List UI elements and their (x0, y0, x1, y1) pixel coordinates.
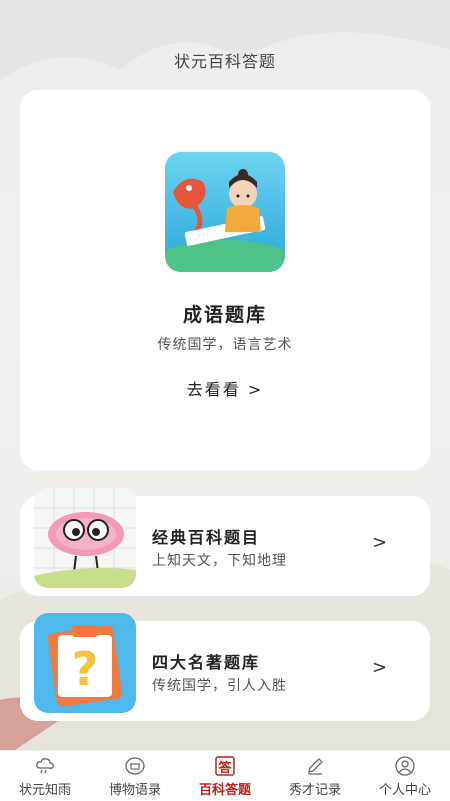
tab-label: 博物语录 (108, 783, 161, 798)
answer-stamp-char: 答 (218, 761, 232, 776)
tab-label: 个人中心 (378, 783, 431, 798)
view-more-label: 去看看 (186, 380, 241, 399)
idiom-bank-card[interactable]: 成语题库 传统国学，语言艺术 去看看 > (20, 90, 430, 470)
bottom-tab-bar: 状元知雨 博物语录 答 百科答题 秀才记录 个人中心 (0, 750, 450, 801)
user-icon (395, 756, 415, 776)
four-classics-title: 四大名著题库 (152, 653, 261, 672)
brain-illustration (34, 488, 136, 588)
encyclopedia-questions-title: 经典百科题目 (152, 528, 261, 547)
pencil-icon (305, 756, 325, 776)
idiom-bank-title: 成语题库 (182, 304, 267, 326)
four-classics-subtitle: 传统国学，引人入胜 (152, 678, 287, 694)
chevron-right-icon: > (247, 380, 264, 399)
encyclopedia-questions-card[interactable]: 经典百科题目 上知天文，下知地理 > (20, 488, 430, 596)
tab-museum-quotes[interactable]: 博物语录 (90, 751, 180, 801)
page-title: 状元百科答题 (173, 52, 276, 71)
tab-xiucai-records[interactable]: 秀才记录 (270, 751, 360, 801)
chevron-right-icon: > (372, 657, 388, 678)
tab-label: 状元知雨 (18, 783, 71, 798)
question-clipboard-illustration: ? (34, 613, 136, 713)
view-more-link[interactable]: 去看看 > (20, 376, 430, 400)
cloud-rain-icon (35, 756, 55, 776)
museum-icon (125, 756, 145, 776)
tab-profile[interactable]: 个人中心 (360, 751, 450, 801)
chevron-right-icon: > (372, 532, 388, 553)
tab-encyclopedia-quiz[interactable]: 答 百科答题 (180, 751, 270, 801)
idiom-bank-subtitle: 传统国学，语言艺术 (157, 337, 293, 353)
answer-stamp-icon: 答 (215, 756, 235, 776)
idiom-bank-illustration (165, 152, 285, 272)
tab-label: 百科答题 (198, 783, 251, 798)
four-classics-card[interactable]: ? 四大名著题库 传统国学，引人入胜 > (20, 613, 430, 721)
tab-label: 秀才记录 (288, 783, 341, 798)
svg-text:?: ? (72, 642, 99, 696)
tab-zhuangyuan-rain[interactable]: 状元知雨 (0, 751, 90, 801)
encyclopedia-questions-subtitle: 上知天文，下知地理 (152, 553, 287, 569)
